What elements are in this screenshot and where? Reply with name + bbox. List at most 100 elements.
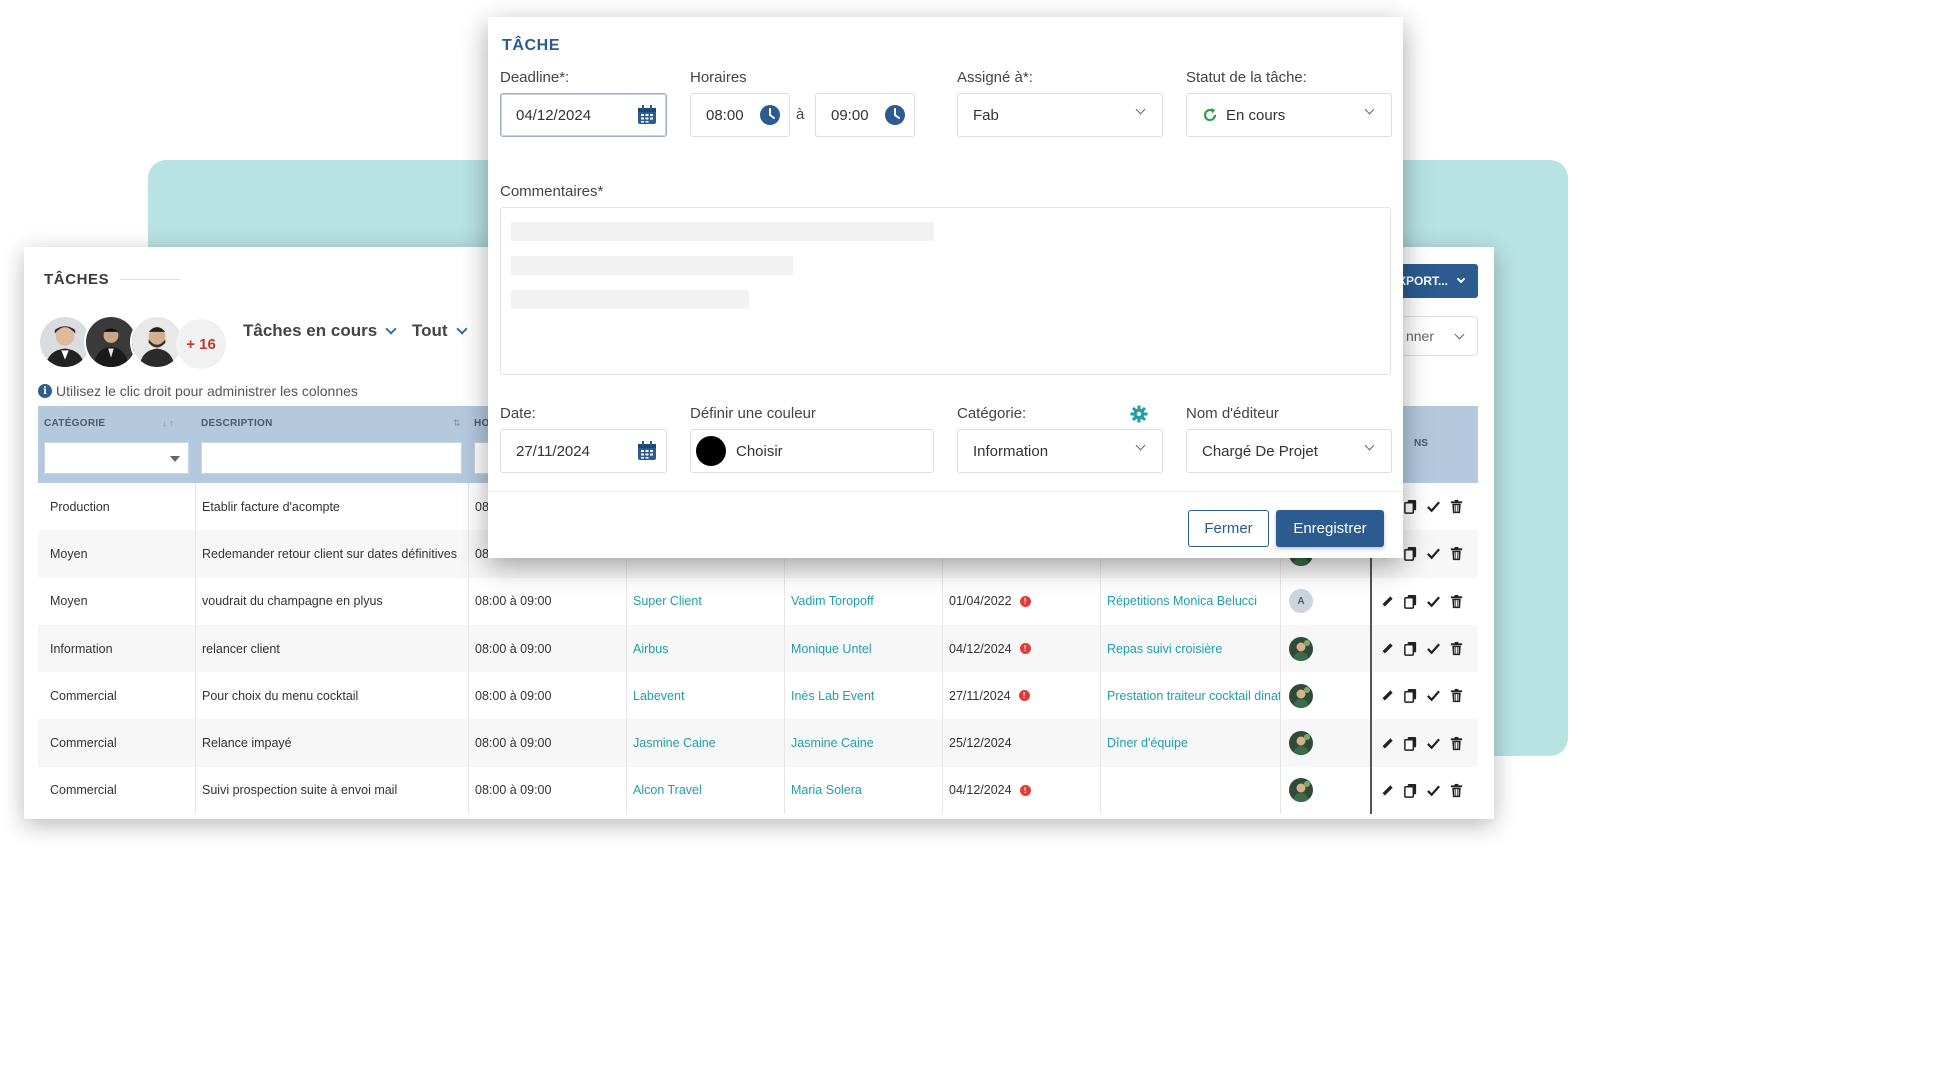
check-icon[interactable] [1426,783,1441,798]
copy-icon[interactable] [1403,499,1418,514]
cell-project-link[interactable]: Repas suivi croisière [1100,624,1280,673]
time-to-field[interactable]: 09:00 [815,93,915,137]
cell-client-link[interactable]: Jasmine Caine [626,719,784,767]
pencil-icon[interactable] [1380,641,1395,656]
color-swatch[interactable] [696,436,726,466]
cell-project-link[interactable]: Répetitions Monica Belucci [1100,577,1280,625]
cell-project-link[interactable]: Prestation traiteur cocktail dinatoire [1100,672,1280,720]
copy-icon[interactable] [1403,688,1418,704]
status-select[interactable]: En cours [1186,93,1392,137]
cell-contact-link[interactable]: Maria Solera [784,766,942,815]
copy-icon[interactable] [1403,641,1418,656]
chevron-down-icon [1364,440,1375,451]
more-avatars-badge[interactable]: + 16 [176,319,226,369]
sort-icon[interactable]: ⇅ [453,418,461,429]
copy-icon[interactable] [1403,546,1418,562]
cell-category: Commercial [50,783,117,798]
scope-filter-dropdown[interactable]: Tout [412,321,468,341]
column-header-description[interactable]: DESCRIPTION ⇅ [195,406,468,483]
chevron-down-icon [455,323,468,335]
description-filter-input[interactable] [201,442,462,474]
editor-select[interactable]: Chargé De Projet [1186,429,1392,473]
cell-description: Pour choix du menu cocktail [195,672,468,720]
check-icon[interactable] [1426,499,1441,514]
copy-icon[interactable] [1403,736,1418,751]
caret-down-icon [170,456,180,462]
pencil-icon[interactable] [1380,736,1395,751]
avatar[interactable]: A [1289,589,1313,614]
avatar[interactable] [1289,731,1313,756]
pencil-icon[interactable] [1380,783,1395,798]
cell-client-link[interactable]: Alcon Travel [626,766,784,815]
check-icon[interactable] [1426,641,1441,656]
cell-contact-link[interactable]: Vadim Toropoff [784,577,942,625]
trash-icon[interactable] [1449,546,1464,561]
cell-contact-link[interactable]: Jasmine Caine [784,719,942,767]
calendar-icon[interactable] [636,104,658,126]
check-icon[interactable] [1426,546,1441,561]
status-filter-dropdown[interactable]: Tâches en cours [243,321,397,341]
time-from-field[interactable]: 08:00 [690,93,790,137]
check-icon[interactable] [1426,688,1441,703]
cell-client-link[interactable]: Super Client [626,577,784,625]
chevron-down-icon [1454,329,1465,339]
cell-date: 04/12/2024! [942,624,1100,673]
cell-client-link[interactable]: Labevent [626,672,784,720]
trash-icon[interactable] [1449,736,1464,751]
cell-contact-link[interactable]: Monique Untel [784,624,942,673]
save-button[interactable]: Enregistrer [1276,510,1384,547]
text-placeholder [511,222,934,241]
check-icon[interactable] [1426,594,1441,609]
trash-icon[interactable] [1449,688,1464,703]
deadline-label: Deadline*: [500,69,570,86]
color-label: Définir une couleur [690,405,816,422]
copy-icon[interactable] [1403,594,1418,609]
pencil-icon[interactable] [1380,688,1395,703]
pencil-icon[interactable] [1380,594,1395,609]
task-modal: TÂCHE Deadline*: 04/12/2024 Horaires 08:… [488,17,1403,558]
deadline-value: 04/12/2024 [516,106,592,124]
comments-textarea[interactable] [500,207,1391,375]
cell-actions [1370,766,1478,815]
alert-icon: ! [1019,643,1031,655]
clock-icon[interactable] [884,104,906,126]
cell-assignee: A [1280,577,1370,625]
sort-icon[interactable]: ↓ ↑ [162,418,174,428]
close-button[interactable]: Fermer [1188,510,1269,547]
column-title: CATÉGORIE [44,418,106,429]
editor-label: Nom d'éditeur [1186,405,1279,422]
clock-icon[interactable] [759,104,781,126]
table-row[interactable]: Commercial Suivi prospection suite à envo… [38,766,1478,815]
export-label: XPORT... [1397,274,1448,288]
calendar-icon[interactable] [636,440,658,462]
copy-icon[interactable] [1403,783,1418,798]
column-header-category[interactable]: CATÉGORIE ↓ ↑ [38,406,195,483]
column-title: NS [1414,438,1428,449]
trash-icon[interactable] [1449,783,1464,798]
table-row[interactable]: Information relancer client 08:00 à 09:00 A… [38,624,1478,673]
avatar[interactable] [1289,778,1313,803]
cell-project-link[interactable] [1100,766,1280,815]
cell-project-link[interactable]: Dîner d'équipe [1100,719,1280,767]
cell-assignee [1280,624,1370,673]
color-value: Choisir [736,442,783,460]
date-field[interactable]: 27/11/2024 [500,429,667,473]
cell-contact-link[interactable]: Inès Lab Event [784,672,942,720]
check-icon[interactable] [1426,736,1441,751]
trash-icon[interactable] [1449,499,1464,514]
deadline-field[interactable]: 04/12/2024 [500,93,667,137]
avatar[interactable] [1289,636,1313,661]
avatar[interactable] [1289,683,1313,708]
gear-icon[interactable] [1130,405,1148,423]
table-row[interactable]: Commercial Relance impayé 08:00 à 09:00 Jas… [38,719,1478,767]
chevron-down-icon [385,323,397,335]
cell-client-link[interactable]: Airbus [626,624,784,673]
assigned-select[interactable]: Fab [957,93,1163,137]
table-row[interactable]: Moyen voudrait du champagne en plyus 08:00… [38,577,1478,625]
trash-icon[interactable] [1449,594,1464,609]
table-row[interactable]: Commercial Pour choix du menu cocktail 08:… [38,672,1478,720]
trash-icon[interactable] [1449,641,1464,656]
color-picker[interactable]: Choisir [690,429,934,473]
category-select[interactable]: Information [957,429,1163,473]
category-filter-select[interactable] [44,442,189,474]
